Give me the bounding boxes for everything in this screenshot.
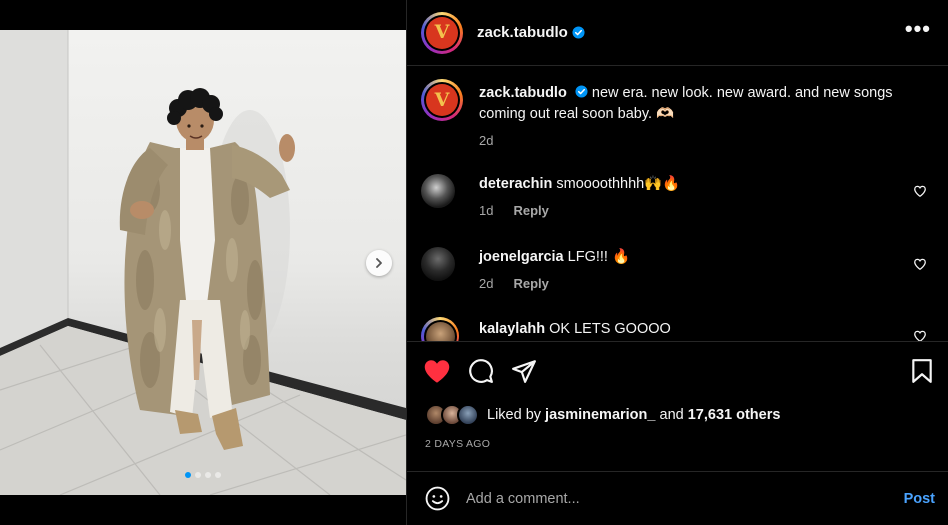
comment-item: kalaylahh OK LETS GOOOO bbox=[421, 317, 941, 341]
carousel-dot bbox=[215, 472, 221, 478]
author-avatar[interactable]: V bbox=[421, 11, 463, 54]
avatar-logo: V bbox=[434, 21, 450, 43]
post-time-ago: 2 DAYS AGO bbox=[425, 438, 491, 450]
comment-composer: Add a comment... Post bbox=[407, 471, 948, 525]
carousel-dot bbox=[185, 472, 191, 478]
verified-badge-icon bbox=[575, 85, 588, 98]
comment-item: joenelgarcia LFG!!! 🔥 2d Reply bbox=[421, 247, 941, 291]
heart-outline-icon[interactable] bbox=[913, 257, 927, 271]
comment-username[interactable]: kalaylahh bbox=[479, 321, 545, 337]
comment-username[interactable]: deterachin bbox=[479, 176, 552, 192]
reply-button[interactable]: Reply bbox=[513, 203, 548, 218]
comment-item: deterachin smoooothhhh🙌🔥 1d Reply bbox=[421, 174, 941, 218]
commenter-avatar[interactable] bbox=[421, 317, 459, 341]
liker-avatars[interactable] bbox=[425, 404, 483, 426]
commenter-avatar[interactable] bbox=[421, 174, 455, 208]
post-details-panel: V zack.tabudlo ••• V zack.tabudlo new er bbox=[406, 0, 948, 525]
carousel-dot bbox=[205, 472, 211, 478]
paper-plane-icon[interactable] bbox=[511, 358, 537, 384]
post-header: V zack.tabudlo ••• bbox=[407, 0, 948, 66]
comment-time: 1d bbox=[479, 203, 494, 218]
carousel-next-button[interactable] bbox=[366, 250, 392, 276]
commenter-avatar[interactable] bbox=[421, 247, 455, 281]
avatar-logo: V bbox=[434, 88, 450, 111]
bookmark-icon[interactable] bbox=[911, 358, 933, 384]
caption-time: 2d bbox=[479, 133, 494, 148]
liked-by-prefix: Liked by bbox=[487, 407, 542, 423]
heart-outline-icon[interactable] bbox=[913, 184, 927, 198]
chevron-right-icon bbox=[376, 258, 382, 268]
verified-badge-icon bbox=[572, 26, 585, 39]
top-liker-username[interactable]: jasminemarion_ bbox=[545, 407, 655, 423]
comment-text: smoooothhhh🙌🔥 bbox=[556, 176, 681, 192]
caption: V zack.tabudlo new era. new look. new aw… bbox=[421, 79, 941, 148]
post-photo[interactable] bbox=[0, 30, 406, 495]
caption-avatar[interactable]: V bbox=[421, 79, 463, 121]
liked-by-connector: and bbox=[659, 407, 684, 423]
likes-summary: Liked by jasminemarion_ and 17,631 other… bbox=[425, 404, 780, 426]
comment-text: OK LETS GOOOO bbox=[549, 321, 671, 337]
carousel-dot bbox=[195, 472, 201, 478]
author-username[interactable]: zack.tabudlo bbox=[477, 24, 568, 41]
smiley-icon[interactable] bbox=[425, 486, 450, 511]
heart-outline-icon[interactable] bbox=[913, 329, 927, 341]
comments-list[interactable]: V zack.tabudlo new era. new look. new aw… bbox=[407, 67, 948, 341]
comment-bubble-icon[interactable] bbox=[468, 358, 494, 384]
post-media bbox=[0, 0, 406, 525]
carousel-dots bbox=[0, 472, 406, 478]
caption-username[interactable]: zack.tabudlo bbox=[479, 85, 567, 101]
post-comment-button[interactable]: Post bbox=[904, 491, 935, 507]
more-options-icon[interactable]: ••• bbox=[905, 18, 931, 40]
action-bar: Liked by jasminemarion_ and 17,631 other… bbox=[407, 341, 948, 471]
likes-count[interactable]: 17,631 others bbox=[688, 407, 781, 423]
heart-filled-icon[interactable] bbox=[423, 358, 451, 384]
comment-time: 2d bbox=[479, 276, 494, 291]
comment-username[interactable]: joenelgarcia bbox=[479, 249, 564, 265]
reply-button[interactable]: Reply bbox=[513, 276, 548, 291]
comment-text: LFG!!! 🔥 bbox=[567, 249, 631, 265]
comment-input[interactable]: Add a comment... bbox=[466, 491, 904, 507]
